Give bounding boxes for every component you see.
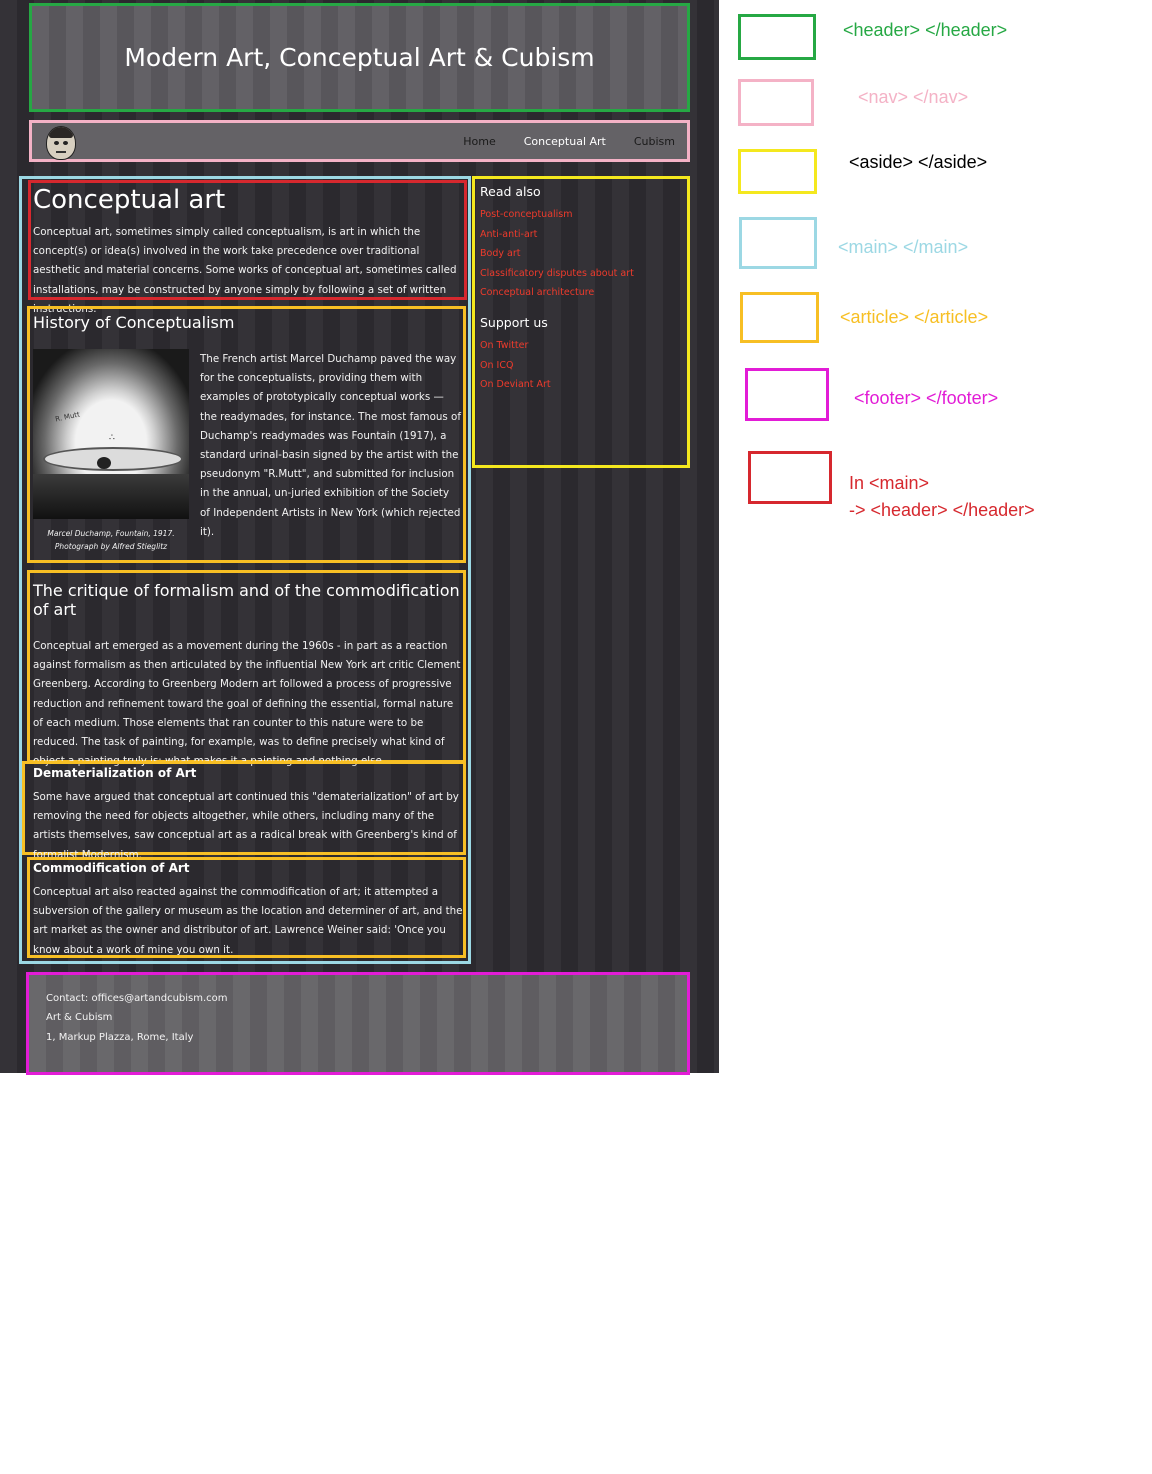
nav-link-conceptual-art[interactable]: Conceptual Art	[524, 135, 606, 148]
legend-label-nav: <nav> </nav>	[858, 87, 969, 107]
article-title: Commodification of Art	[33, 861, 190, 875]
nav-links: Home Conceptual Art Cubism	[463, 123, 675, 159]
read-also-heading: Read also	[480, 184, 541, 199]
legend-swatch-aside	[738, 149, 817, 194]
nav-link-cubism[interactable]: Cubism	[634, 135, 675, 148]
legend-label-aside: <aside> </aside>	[849, 152, 988, 172]
footer-company: Art & Cubism	[46, 1012, 113, 1024]
website-page: Modern Art, Conceptual Art & Cubism Home…	[0, 0, 719, 1075]
legend-swatch-main	[739, 217, 817, 269]
link-classificatory-disputes[interactable]: Classificatory disputes about art	[480, 264, 687, 284]
legend-label-main: <main> </main>	[838, 237, 969, 257]
article-text: Some have argued that conceptual art con…	[33, 791, 459, 861]
article-title: Dematerialization of Art	[33, 766, 197, 780]
legend-swatch-footer	[745, 368, 829, 421]
link-deviant-art[interactable]: On Deviant Art	[480, 375, 687, 395]
article-text: Conceptual art emerged as a movement dur…	[33, 640, 461, 768]
site-header: Modern Art, Conceptual Art & Cubism	[29, 3, 690, 112]
main-intro-text: Conceptual art, sometimes simply called …	[33, 226, 457, 315]
fountain-figure: ∴ R. Mutt Marcel Duchamp, Fountain, 1917…	[33, 349, 189, 553]
link-icq[interactable]: On ICQ	[480, 356, 687, 376]
link-body-art[interactable]: Body art	[480, 244, 687, 264]
article-text: The French artist Marcel Duchamp paved t…	[200, 353, 461, 538]
legend-label-article: <article> </article>	[840, 307, 989, 327]
legend-swatch-header	[738, 14, 816, 60]
main-title: Conceptual art	[33, 185, 226, 215]
legend-swatch-nav	[738, 79, 814, 126]
article-title: The critique of formalism and of the com…	[33, 581, 460, 619]
legend-swatch-main-header	[748, 451, 832, 504]
site-title: Modern Art, Conceptual Art & Cubism	[124, 43, 595, 72]
link-twitter[interactable]: On Twitter	[480, 336, 687, 356]
article-history: History of Conceptualism ∴ R. Mutt Marce…	[27, 306, 466, 563]
legend-label-header: <header> </header>	[843, 20, 1008, 40]
support-us-heading: Support us	[480, 314, 548, 330]
legend-label-main-header-2: -> <header> </header>	[849, 500, 1035, 520]
legend-swatch-article	[740, 292, 819, 343]
link-anti-anti-art[interactable]: Anti-anti-art	[480, 225, 687, 245]
article-dematerialization: Dematerialization of Art Some have argue…	[22, 761, 466, 861]
site-footer: Contact: offices@artandcubism.com Art & …	[26, 972, 690, 1075]
logo-icon[interactable]	[46, 126, 76, 160]
main-header: Conceptual art Conceptual art, sometimes…	[28, 180, 467, 315]
article-commodification: Commodification of Art Conceptual art al…	[27, 857, 466, 958]
nav-link-home[interactable]: Home	[463, 135, 495, 148]
article-text: Conceptual art also reacted against the …	[33, 886, 463, 956]
article-critique: The critique of formalism and of the com…	[27, 570, 466, 767]
article-title: History of Conceptualism	[33, 313, 235, 332]
legend-label-main-header: In <main>	[849, 473, 930, 493]
footer-address: 1, Markup Plazza, Rome, Italy	[46, 1031, 194, 1043]
legend-label-footer: <footer> </footer>	[854, 388, 999, 408]
site-nav: Home Conceptual Art Cubism	[29, 120, 690, 162]
link-post-conceptualism[interactable]: Post-conceptualism	[480, 205, 687, 225]
sidebar-aside: Read also Post-conceptualism Anti-anti-a…	[472, 176, 690, 468]
footer-contact: Contact: offices@artandcubism.com	[46, 993, 228, 1004]
link-conceptual-architecture[interactable]: Conceptual architecture	[480, 283, 687, 303]
fountain-image: ∴ R. Mutt	[33, 349, 189, 519]
image-caption: Marcel Duchamp, Fountain, 1917. Photogra…	[47, 529, 175, 551]
